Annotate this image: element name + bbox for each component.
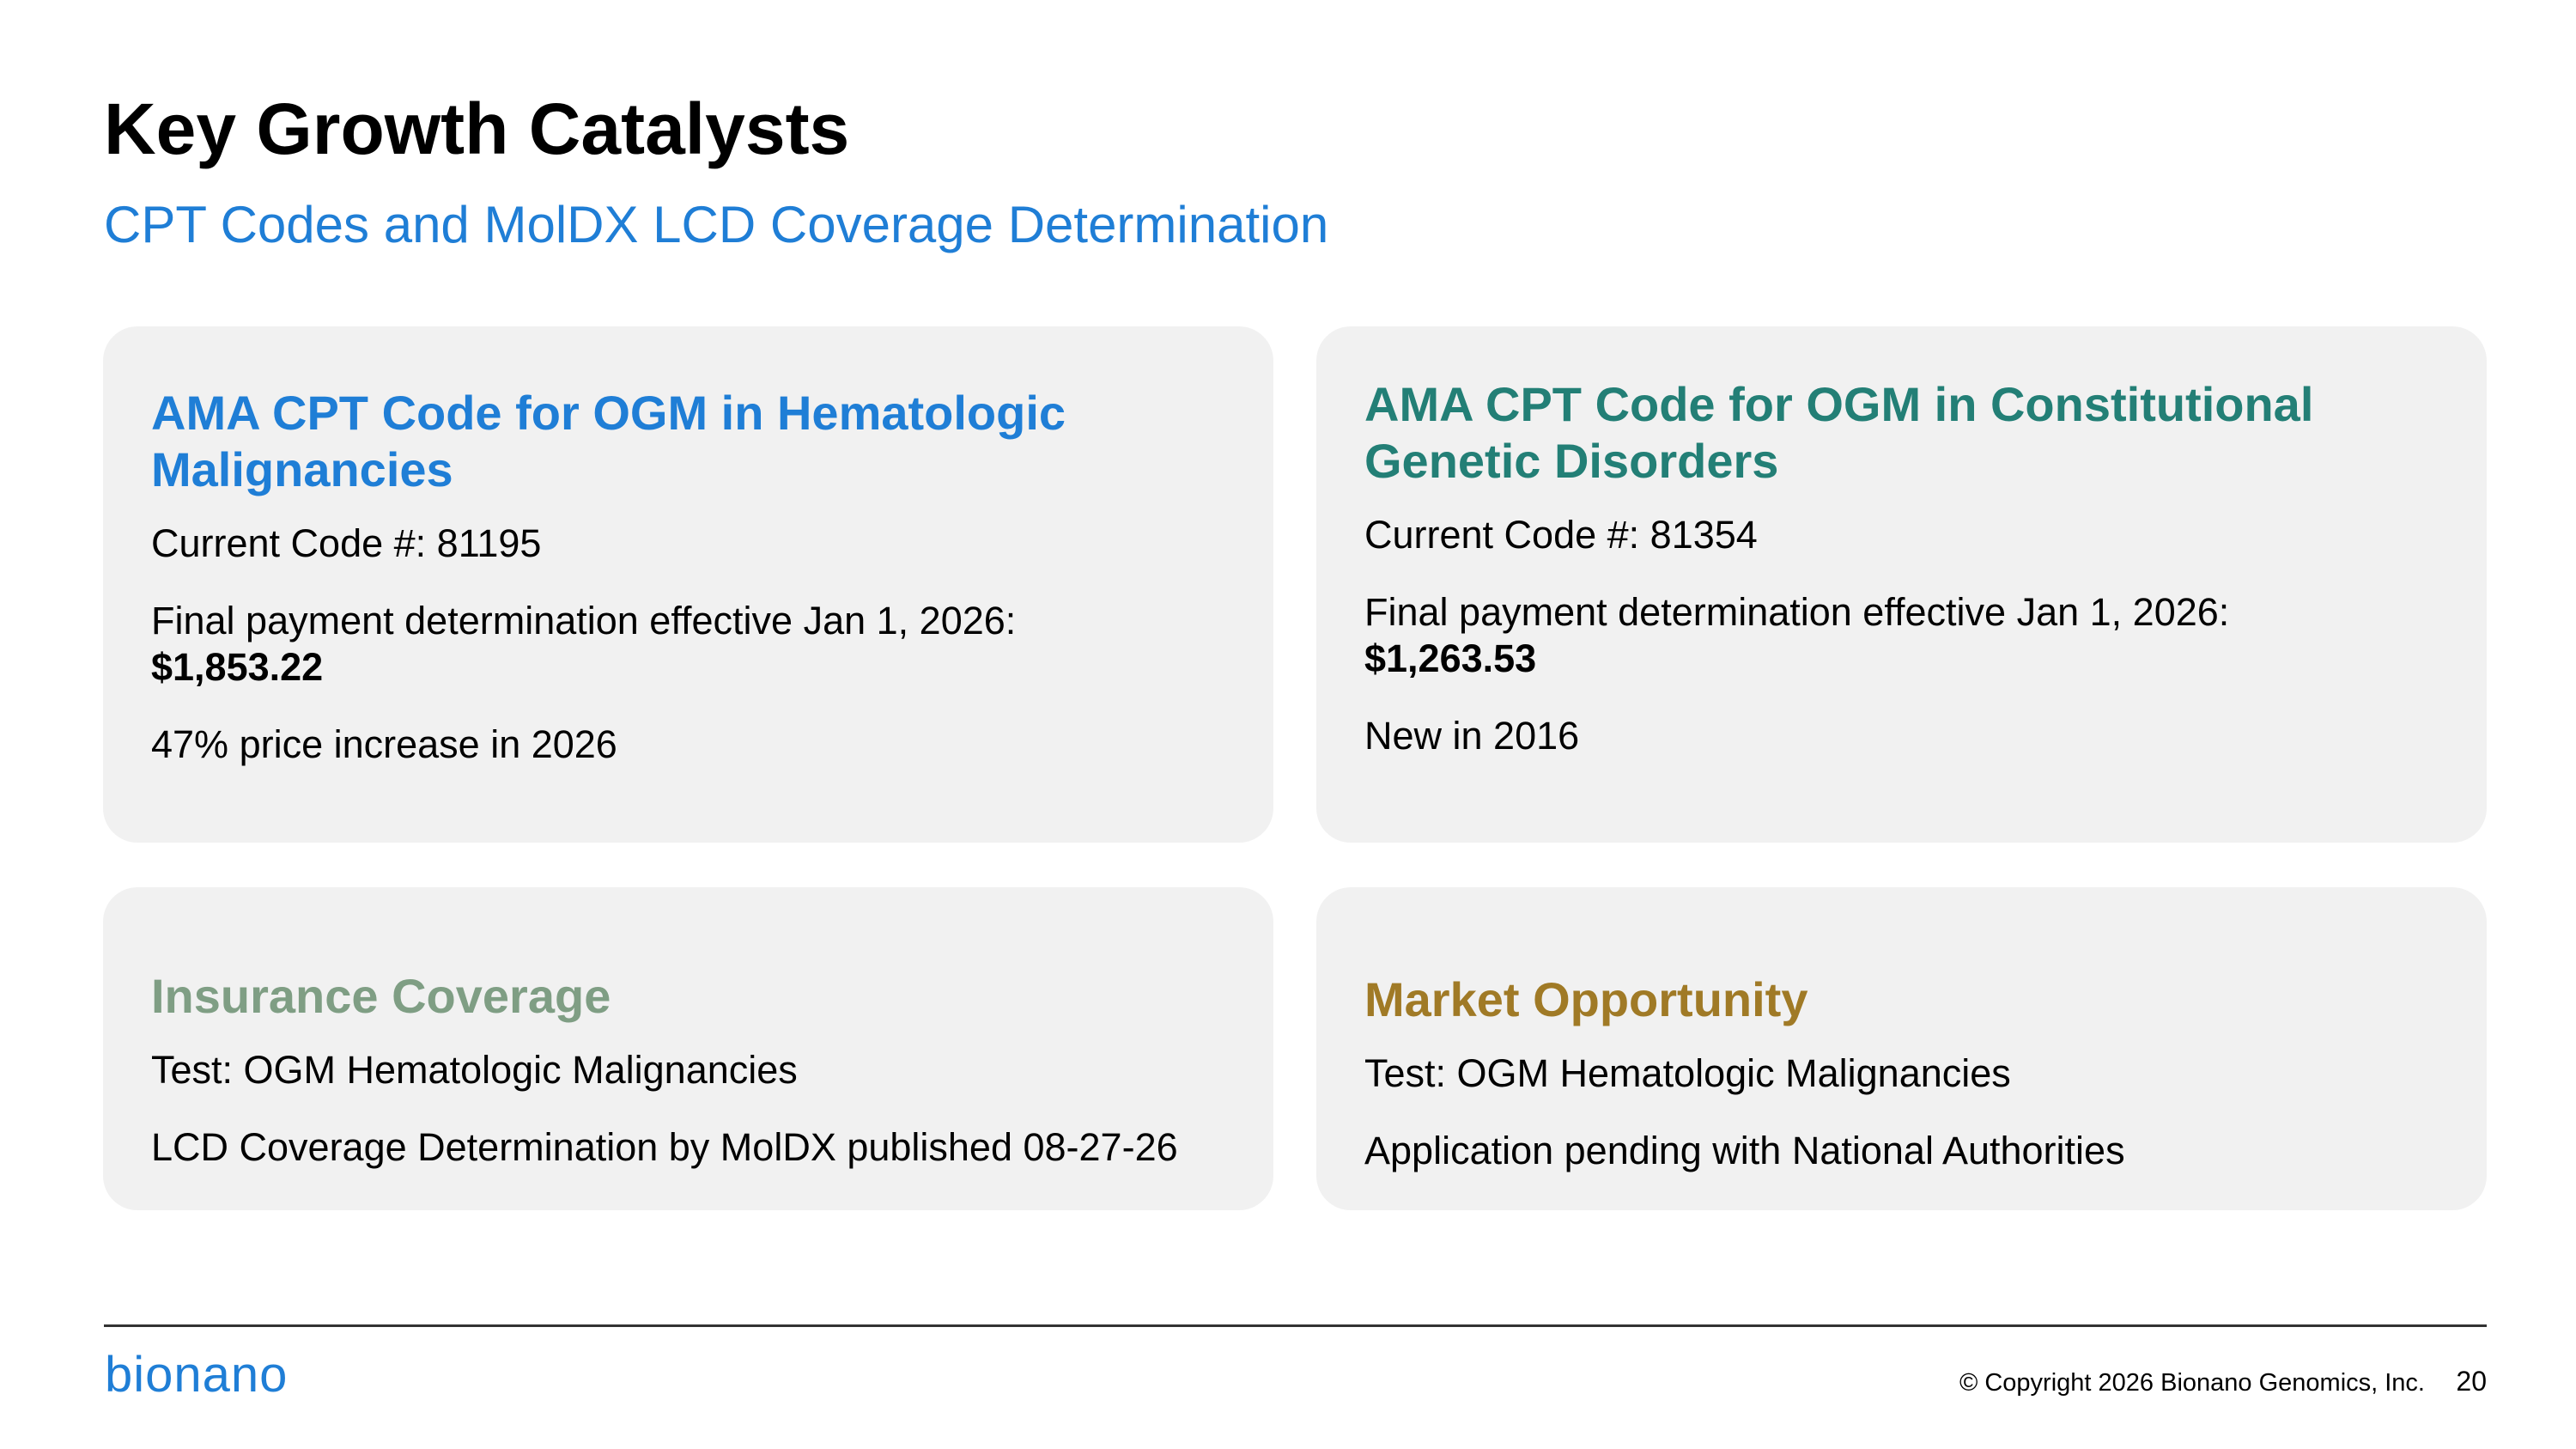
price-note: 47% price increase in 2026	[151, 722, 617, 766]
bionano-logo: bionano	[105, 1347, 289, 1403]
page-number: 20	[2456, 1366, 2487, 1397]
payment-label: Final payment determination effective Ja…	[1364, 590, 2230, 634]
current-code: Current Code #: 81195	[151, 521, 542, 565]
card-heading: Market Opportunity	[1364, 972, 1808, 1026]
payment-determination: Final payment determination effective Ja…	[1364, 589, 2452, 682]
footer-divider	[104, 1324, 2487, 1327]
current-code: Current Code #: 81354	[1364, 513, 1758, 557]
card-heading-line1: AMA CPT Code for OGM in Constitutional	[1364, 377, 2314, 431]
card-heading: AMA CPT Code for OGM in Constitutional G…	[1364, 376, 2452, 490]
card-market-opportunity: Market Opportunity Test: OGM Hematologic…	[1316, 887, 2487, 1210]
card-heading-line2: Genetic Disorders	[1364, 434, 1779, 488]
payment-amount: $1,263.53	[1364, 636, 1537, 680]
payment-amount: $1,853.22	[151, 645, 324, 689]
slide-subtitle: CPT Codes and MolDX LCD Coverage Determi…	[104, 196, 1329, 253]
card-insurance-coverage: Insurance Coverage Test: OGM Hematologic…	[103, 887, 1273, 1210]
coverage-detail: LCD Coverage Determination by MolDX publ…	[151, 1125, 1178, 1169]
slide-title: Key Growth Catalysts	[104, 88, 850, 169]
opportunity-detail: Application pending with National Author…	[1364, 1129, 2125, 1172]
card-hematologic-malignancies: AMA CPT Code for OGM in Hematologic Mali…	[103, 326, 1273, 843]
new-note: New in 2016	[1364, 714, 1580, 758]
payment-label: Final payment determination effective Ja…	[151, 599, 1017, 642]
test-name: Test: OGM Hematologic Malignancies	[1364, 1051, 2011, 1095]
card-heading: AMA CPT Code for OGM in Hematologic Mali…	[151, 385, 1239, 498]
card-constitutional-genetic-disorders: AMA CPT Code for OGM in Constitutional G…	[1316, 326, 2487, 843]
copyright-text: © Copyright 2026 Bionano Genomics, Inc.	[1959, 1369, 2425, 1397]
test-name: Test: OGM Hematologic Malignancies	[151, 1048, 798, 1092]
card-heading: Insurance Coverage	[151, 969, 611, 1023]
card-heading-line1: AMA CPT Code for OGM in Hematologic	[151, 386, 1066, 440]
card-heading-line2: Malignancies	[151, 442, 453, 496]
payment-determination: Final payment determination effective Ja…	[151, 598, 1239, 691]
